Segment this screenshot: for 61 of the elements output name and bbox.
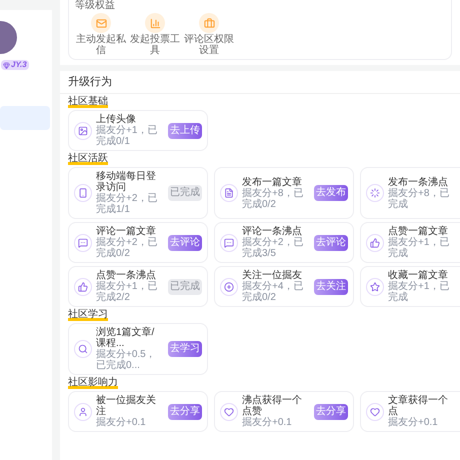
task-button[interactable]: 去上传 [168, 122, 202, 138]
task-title: 移动端每日登录访问 [96, 171, 157, 193]
section-heading: 社区影响力 [68, 377, 118, 389]
task-button[interactable]: 去关注 [314, 278, 348, 294]
benefit-label: 评论区权限设置 [183, 34, 235, 56]
search-icon [74, 340, 92, 358]
section-heading: 社区活跃 [68, 153, 108, 165]
task-title: 沸点获得一个点赞 [242, 395, 303, 417]
task-button[interactable]: 去评论 [314, 234, 348, 250]
task-reward: 掘友分+0.5，已完成0... [96, 349, 157, 371]
task-reward: 掘友分+2，已完成1/1 [96, 193, 158, 215]
comment-icon [74, 234, 92, 252]
task-reward: 掘友分+1，已完成2/2 [96, 281, 158, 303]
task-reward: 掘友分+2，已完成3/5 [242, 237, 304, 259]
task-reward: 掘友分+2，已完成0/2 [96, 237, 158, 259]
task-button[interactable]: 去分享 [168, 404, 202, 420]
task-reward: 掘友分+0.1 [242, 417, 293, 428]
document-icon [220, 184, 238, 202]
spinner-icon [366, 184, 384, 202]
task-title: 上传头像 [96, 114, 137, 125]
thumbs-up-icon [74, 278, 92, 296]
task-reward: 掘友分+8，已完成 [388, 188, 450, 210]
task-title: 收藏一篇文章 [388, 270, 449, 281]
level-badge: JY.3 [1, 60, 29, 70]
task-title: 被一位掘友关注 [96, 395, 157, 417]
task-button[interactable]: 去评论 [168, 234, 202, 250]
briefcase-icon [199, 13, 219, 33]
task-title: 点赞一篇文章 [388, 226, 449, 237]
bar-chart-icon [145, 13, 165, 33]
task-reward: 掘友分+4，已完成0/2 [242, 281, 304, 303]
task-title: 点赞一条沸点 [96, 270, 157, 281]
task-button[interactable]: 去分享 [314, 404, 348, 420]
task-title: 浏览1篇文章/课程... [96, 327, 156, 349]
section-heading: 社区学习 [68, 309, 108, 321]
panel-title: 升级行为 [60, 71, 460, 94]
completed-button[interactable]: 已完成 [168, 278, 202, 294]
user-icon [74, 402, 92, 420]
image-icon [74, 122, 92, 140]
task-reward: 掘友分+8，已完成0/2 [242, 188, 304, 210]
task-button[interactable]: 去学习 [168, 341, 202, 357]
envelope-icon [91, 13, 111, 33]
section-heading: 社区基础 [68, 96, 108, 108]
task-title: 评论一篇文章 [96, 226, 157, 237]
task-title: 关注一位掘友 [242, 270, 303, 281]
task-reward: 掘友分+1，已完成0/1 [96, 125, 158, 147]
comment-icon [220, 234, 238, 252]
thumbs-up-icon [366, 234, 384, 252]
benefit-label: 主动发起私信 [75, 34, 127, 56]
task-title: 发布一篇文章 [242, 176, 303, 188]
benefit-label: 发起投票工具 [129, 34, 181, 56]
task-reward: 掘友分+0.1 [388, 417, 439, 428]
task-reward: 掘友分+0.1 [96, 417, 147, 428]
task-reward: 掘友分+1，已完成 [388, 281, 450, 303]
benefits-title: 等级权益 [75, 0, 116, 12]
task-button[interactable]: 去发布 [314, 185, 348, 201]
phone-icon [74, 184, 92, 202]
task-reward: 掘友分+1，已完成 [388, 237, 450, 259]
task-title: 文章获得一个点 [388, 395, 449, 417]
task-title: 评论一条沸点 [242, 226, 303, 237]
task-title: 发布一条沸点 [388, 176, 449, 188]
completed-button[interactable]: 已完成 [168, 185, 202, 201]
